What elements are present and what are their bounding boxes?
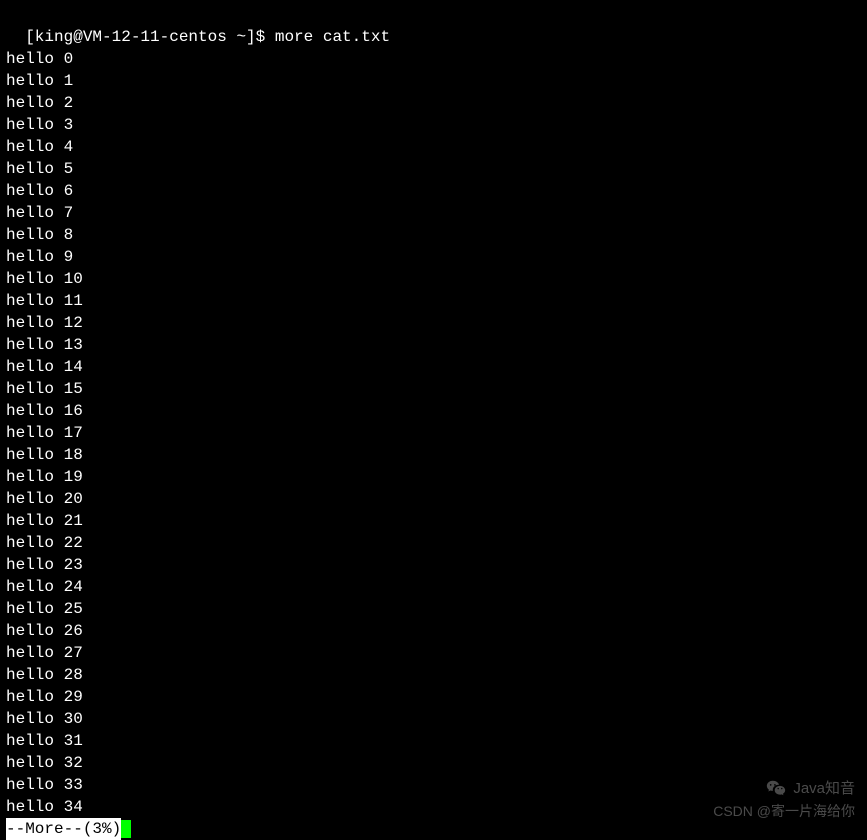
output-line: hello 2	[6, 92, 861, 114]
watermark-bottom: CSDN @寄一片海给你	[713, 800, 855, 822]
output-line: hello 28	[6, 664, 861, 686]
output-line: hello 5	[6, 158, 861, 180]
output-line: hello 13	[6, 334, 861, 356]
output-line: hello 23	[6, 554, 861, 576]
watermark-top: Java知音	[765, 778, 855, 800]
output-line: hello 19	[6, 466, 861, 488]
watermark-bottom-text: CSDN @寄一片海给你	[713, 803, 855, 819]
output-line: hello 30	[6, 708, 861, 730]
output-line: hello 27	[6, 642, 861, 664]
output-line: hello 22	[6, 532, 861, 554]
output-line: hello 33	[6, 774, 861, 796]
output-line: hello 20	[6, 488, 861, 510]
output-line: hello 8	[6, 224, 861, 246]
watermark-top-text: Java知音	[793, 778, 855, 800]
wechat-icon	[765, 778, 787, 800]
output-line: hello 32	[6, 752, 861, 774]
output-line: hello 21	[6, 510, 861, 532]
prompt-text: [king@VM-12-11-centos ~]$ more cat.txt	[25, 28, 390, 46]
output-line: hello 10	[6, 268, 861, 290]
command-output: hello 0hello 1hello 2hello 3hello 4hello…	[6, 48, 861, 818]
output-line: hello 0	[6, 48, 861, 70]
output-line: hello 6	[6, 180, 861, 202]
output-line: hello 29	[6, 686, 861, 708]
output-line: hello 18	[6, 444, 861, 466]
more-status-text: --More--(3%)	[6, 818, 121, 840]
output-line: hello 24	[6, 576, 861, 598]
output-line: hello 11	[6, 290, 861, 312]
output-line: hello 26	[6, 620, 861, 642]
output-line: hello 16	[6, 400, 861, 422]
output-line: hello 17	[6, 422, 861, 444]
terminal-cursor	[121, 820, 131, 838]
output-line: hello 3	[6, 114, 861, 136]
output-line: hello 31	[6, 730, 861, 752]
output-line: hello 9	[6, 246, 861, 268]
output-line: hello 25	[6, 598, 861, 620]
output-line: hello 7	[6, 202, 861, 224]
output-line: hello 15	[6, 378, 861, 400]
shell-prompt-line: [king@VM-12-11-centos ~]$ more cat.txt	[6, 4, 861, 48]
output-line: hello 14	[6, 356, 861, 378]
output-line: hello 1	[6, 70, 861, 92]
output-line: hello 12	[6, 312, 861, 334]
output-line: hello 4	[6, 136, 861, 158]
